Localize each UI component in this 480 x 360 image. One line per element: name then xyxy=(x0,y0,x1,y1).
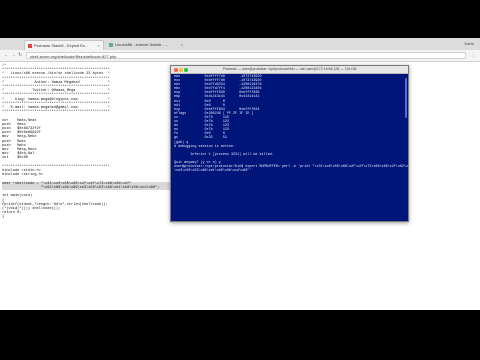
desktop-screen: Protostar Stack5 - Exploit Ex... × Linux… xyxy=(0,38,480,310)
source-line: "\x62\x69\x6e\x89\xe3\x50\x53\x89\xe1\xb… xyxy=(2,185,187,191)
tab-label: Linux/x86 - execve /bin/sh - ... xyxy=(115,42,169,47)
arrow-right-icon[interactable]: → xyxy=(11,51,16,60)
profile-name[interactable]: Dario xyxy=(464,40,474,48)
terminal-title-bar: Protostar — user@protostar: /opt/protost… xyxy=(171,66,408,74)
page-favicon-icon xyxy=(109,43,113,47)
terminal-line: \xe3\x50\x53\x89\xe1\xb0\x0b\xcd\x80"'` xyxy=(174,169,254,174)
url-input[interactable]: shell-storm.org/shellcode/files/shellcod… xyxy=(26,52,466,59)
zoom-icon[interactable] xyxy=(184,68,188,72)
tab-protostar-stack5[interactable]: Protostar Stack5 - Exploit Ex... × xyxy=(24,40,104,50)
terminal-title: Protostar — user@protostar: /opt/protost… xyxy=(222,67,357,71)
reload-icon[interactable]: ↻ xyxy=(18,51,22,60)
address-bar: ← → ↻ shell-storm.org/shellcode/files/sh… xyxy=(0,50,480,62)
page-favicon-icon xyxy=(28,44,32,48)
close-icon[interactable] xyxy=(174,68,178,72)
tab-shellcode[interactable]: Linux/x86 - execve /bin/sh - ... × xyxy=(106,40,186,50)
terminal-output[interactable]: eax 0xbffff7d0 -1073743920 ecx 0xbffff7d0… xyxy=(174,75,408,174)
minimize-icon[interactable] xyxy=(179,68,183,72)
close-tab-icon[interactable]: × xyxy=(181,40,183,50)
source-line: } xyxy=(2,215,5,220)
tab-label: Protostar Stack5 - Exploit Ex... xyxy=(34,43,89,48)
terminal-window-controls xyxy=(174,68,189,75)
shellcode-source-text: /* **************************************… xyxy=(2,64,187,220)
menu-icon[interactable]: ⋮ xyxy=(471,51,476,60)
terminal-scrollbar[interactable] xyxy=(405,78,407,118)
terminal-window[interactable]: Protostar — user@protostar: /opt/protost… xyxy=(170,65,409,222)
arrow-left-icon[interactable]: ← xyxy=(4,51,9,60)
